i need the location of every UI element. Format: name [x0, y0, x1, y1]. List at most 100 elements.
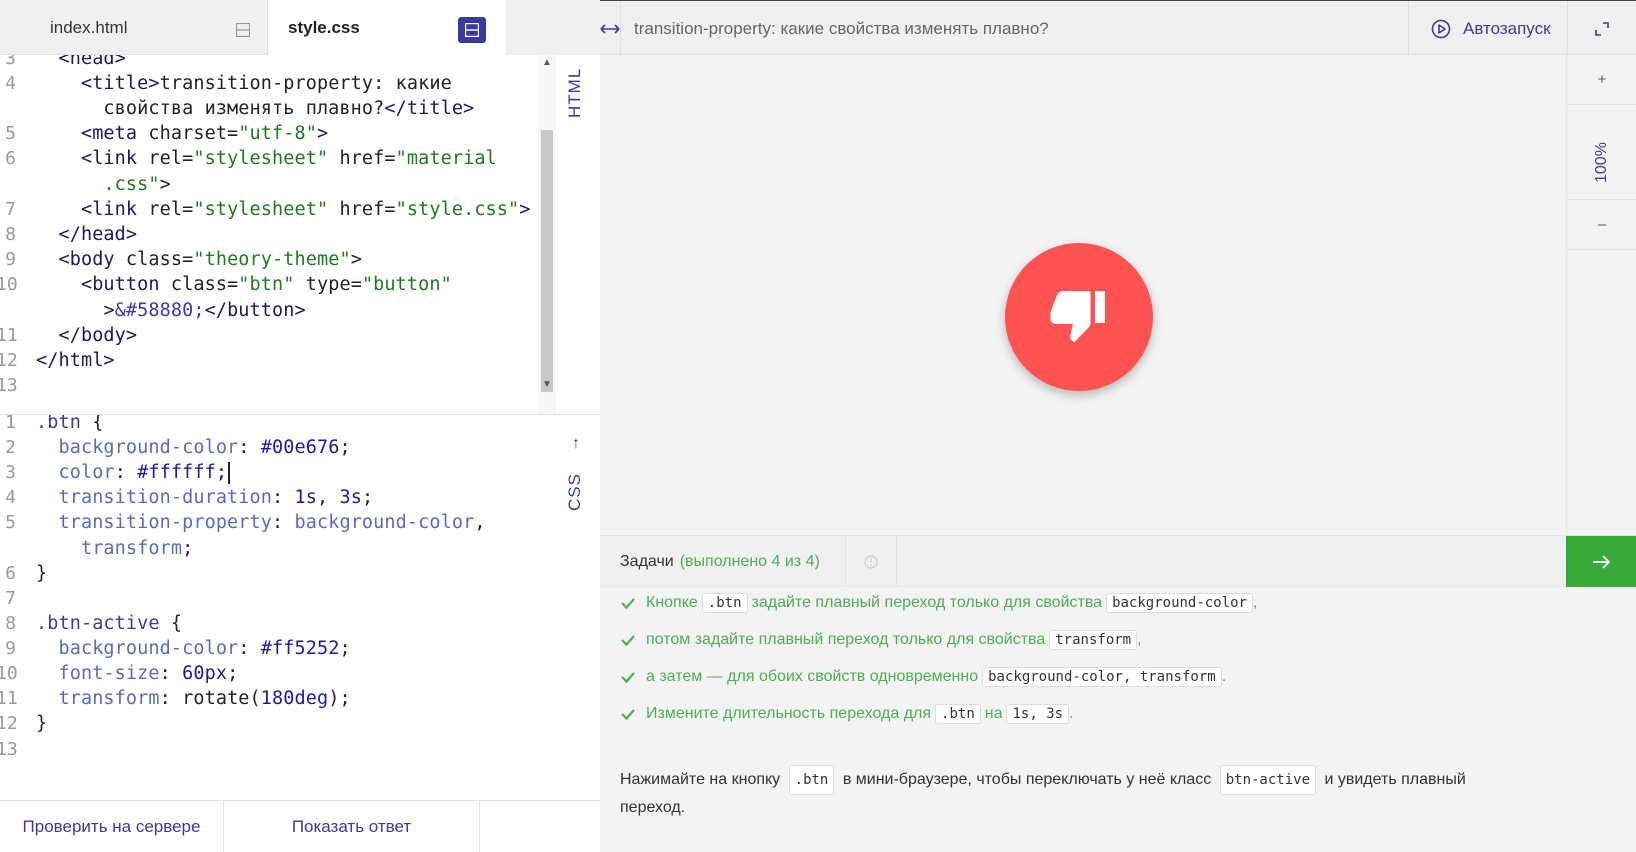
task-item: потом задайте плавный переход только для…	[620, 625, 1142, 655]
thumb-down-button[interactable]	[1005, 243, 1153, 391]
code-line: </body>	[58, 325, 138, 346]
scrollbar-thumb[interactable]	[541, 130, 553, 392]
resize-horizontal-icon[interactable]	[600, 1, 620, 56]
zoom-in-button[interactable]: +	[1567, 55, 1636, 105]
line-number: 9	[5, 249, 16, 270]
line-number: 6	[5, 563, 16, 584]
autorun-label: Автозапуск	[1463, 18, 1551, 38]
code-line: </html>	[36, 350, 115, 371]
code-line: <body class="theory-theme">	[58, 249, 362, 270]
line-number: 5	[5, 123, 16, 144]
code-chip: .btn	[935, 704, 981, 724]
task-item: Измените длительность перехода для .btn …	[620, 699, 1074, 729]
line-number: 10	[0, 274, 18, 295]
check-icon	[621, 709, 635, 721]
line-number: 1	[5, 415, 16, 433]
line-number: 12	[0, 713, 18, 734]
task-text: ,	[1252, 594, 1258, 611]
fullscreen-icon[interactable]	[1568, 1, 1636, 56]
line-number: 5	[5, 512, 16, 533]
html-scrollbar[interactable]: ▲ ▼	[538, 55, 556, 414]
code-chip: background-color	[1106, 593, 1253, 613]
task-text: Измените длительность перехода для	[646, 705, 932, 722]
task-item: а затем — для обоих свойств одновременно…	[620, 662, 1226, 692]
code-line: свойства изменять плавно?</title>	[36, 98, 475, 119]
tasks-label: Задачи	[620, 553, 674, 570]
code-line: transform: rotate(180deg);	[58, 688, 351, 709]
line-number: 8	[5, 224, 16, 245]
tab-label: index.html	[50, 17, 128, 37]
code-line: </head>	[58, 224, 138, 245]
code-line: <head>	[58, 55, 126, 69]
line-number: 6	[5, 148, 16, 169]
show-answer-button[interactable]: Показать ответ	[224, 801, 480, 852]
code-line: transition-property: background-color,	[58, 512, 486, 533]
code-line: }	[36, 713, 48, 734]
css-editor-pane[interactable]: 1 2 3 4 5 6 7 8 9 10 11 12 13 .btn { bac…	[0, 415, 600, 800]
preview-title: transition-property: какие свойства изме…	[634, 19, 1049, 38]
split-pane-icon[interactable]	[229, 17, 257, 43]
next-task-button[interactable]	[1566, 536, 1636, 588]
tabs-filler	[506, 0, 600, 55]
check-icon	[621, 635, 635, 647]
line-number: 4	[5, 487, 16, 508]
code-line: }	[36, 563, 48, 584]
info-icon[interactable]	[845, 536, 897, 588]
code-line: <title>transition-property: какие	[80, 73, 452, 94]
line-number: 12	[0, 350, 18, 371]
code-line: background-color: #00e676;	[58, 437, 351, 458]
task-text: потом задайте плавный переход только для…	[646, 631, 1046, 648]
tab-label: style.css	[288, 17, 360, 37]
check-server-button[interactable]: Проверить на сервере	[0, 801, 224, 852]
code-line: .btn {	[36, 415, 104, 433]
check-icon	[621, 598, 635, 610]
code-line: <button class="btn" type="button"	[80, 274, 452, 295]
line-number: 10	[0, 663, 18, 684]
text-cursor	[228, 462, 231, 484]
tasks-title: Задачи (выполнено 4 из 4)	[620, 536, 820, 588]
html-pane-label[interactable]: HTML	[565, 68, 585, 118]
line-number: 2	[5, 437, 16, 458]
line-number: 8	[5, 613, 16, 634]
divider	[620, 1, 621, 56]
file-tabs: index.html style.css	[0, 0, 600, 55]
tasks-count: (выполнено 4 из 4)	[679, 553, 820, 570]
tab-style-css[interactable]: style.css	[268, 0, 506, 55]
code-line: color: #ffffff;	[36, 460, 231, 486]
code-editor: index.html style.css 3 4 5 6 7 8 9 10 11…	[0, 0, 600, 852]
code-chip: .btn	[701, 593, 748, 613]
zoom-controls: + 100% –	[1566, 55, 1636, 535]
task-item: Кнопке .btn задайте плавный переход толь…	[620, 588, 1257, 618]
code-line: transform;	[80, 538, 194, 559]
tasks-header: Задачи (выполнено 4 из 4)	[600, 535, 1636, 588]
code-line: transition-duration: 1s, 3s;	[58, 487, 374, 508]
task-text: ,	[1137, 631, 1142, 648]
zoom-out-button[interactable]: –	[1567, 200, 1636, 250]
line-number: 9	[5, 638, 16, 659]
task-text: .	[1069, 705, 1074, 722]
task-note: Нажимайте на кнопку .btn в мини-браузере…	[620, 765, 1500, 821]
tab-index-html[interactable]: index.html	[0, 0, 268, 55]
line-number: 11	[0, 325, 18, 346]
line-number: 3	[5, 462, 16, 483]
code-line: <link rel="stylesheet" href="material	[80, 148, 497, 169]
scroll-up-icon[interactable]: ▲	[538, 55, 556, 71]
code-chip: .btn	[788, 765, 835, 795]
scroll-down-icon[interactable]: ▼	[538, 377, 556, 393]
arrow-up-icon[interactable]: ↑	[566, 435, 586, 453]
css-pane-label[interactable]: CSS	[565, 473, 585, 511]
split-pane-icon[interactable]	[458, 17, 486, 43]
check-icon	[621, 672, 635, 684]
arrow-right-icon	[1593, 555, 1610, 569]
html-editor-pane[interactable]: 3 4 5 6 7 8 9 10 11 12 13 <head> <title>…	[0, 55, 600, 415]
task-text: Кнопке	[646, 594, 698, 611]
code-chip: 1s, 3s	[1006, 704, 1070, 724]
code-line: >&#58880;</button>	[103, 300, 306, 321]
line-number: 3	[5, 55, 16, 69]
code-chip: transform	[1049, 630, 1138, 650]
line-number: 11	[0, 688, 18, 709]
autorun-button[interactable]: Автозапуск	[1408, 1, 1568, 56]
tasks-list: Кнопке .btn задайте плавный переход толь…	[600, 587, 1636, 852]
code-line: <link rel="stylesheet" href="style.css">	[80, 199, 531, 220]
task-text: задайте плавный переход только для свойс…	[751, 594, 1103, 611]
